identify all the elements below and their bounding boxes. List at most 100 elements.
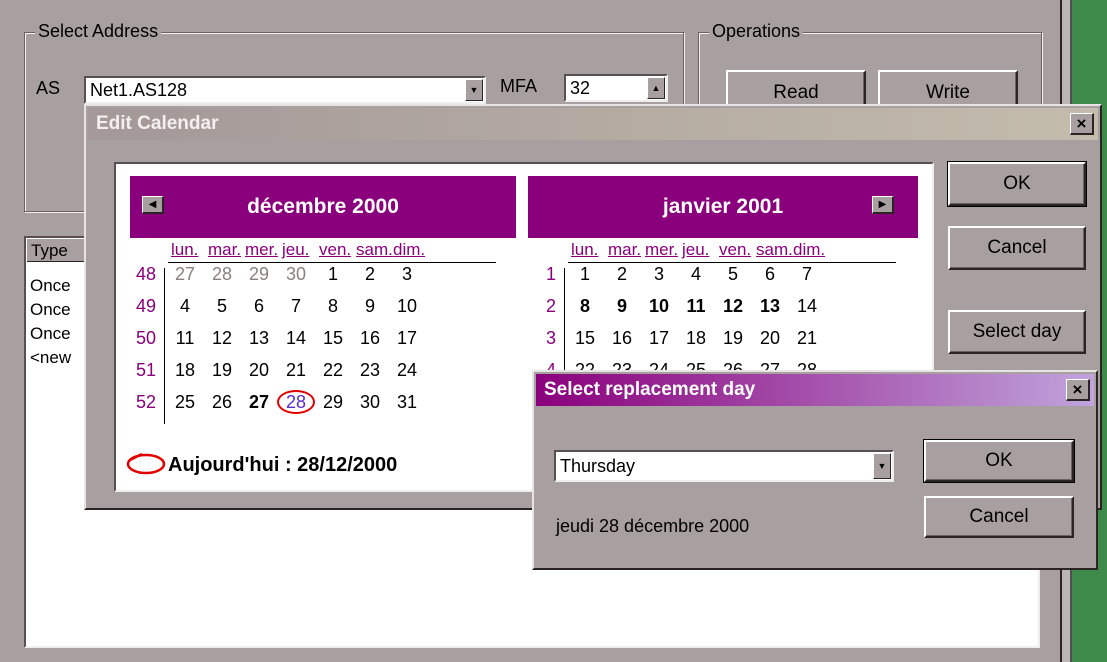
calendar-day[interactable]: 7 (792, 264, 822, 285)
chevron-down-icon[interactable]: ▼ (873, 453, 891, 479)
calendar-day[interactable]: 6 (755, 264, 785, 285)
calendar-day[interactable]: 1 (570, 264, 600, 285)
mfa-spinner[interactable]: 32 ▲ (564, 74, 668, 102)
list-item[interactable]: Once (30, 276, 71, 296)
calendar-day[interactable]: 5 (207, 296, 237, 317)
calendar-day[interactable]: 11 (681, 296, 711, 317)
day-name-label: jeu. (282, 240, 310, 259)
calendar-day[interactable]: 21 (281, 360, 311, 381)
day-name-label: dim. (793, 240, 826, 259)
as-combo[interactable]: Net1.AS128 ▼ (84, 76, 486, 104)
calendar-day[interactable]: 18 (170, 360, 200, 381)
today-ring-icon (277, 390, 315, 414)
calendar-day[interactable]: 9 (607, 296, 637, 317)
day-name-label: lun. (171, 240, 199, 259)
day-name-label: jeu. (682, 240, 710, 259)
calendar-day[interactable]: 10 (644, 296, 674, 317)
calendar-day[interactable]: 2 (607, 264, 637, 285)
calendar-day[interactable]: 28 (207, 264, 237, 285)
calendar-day[interactable]: 24 (392, 360, 422, 381)
calendar-day[interactable]: 27 (244, 392, 274, 413)
calendar-day[interactable]: 4 (170, 296, 200, 317)
calendar-day[interactable]: 31 (392, 392, 422, 413)
list-item[interactable]: Once (30, 300, 71, 320)
calendar-day[interactable]: 17 (644, 328, 674, 349)
calendar-day[interactable]: 25 (170, 392, 200, 413)
calendar-day[interactable]: 27 (170, 264, 200, 285)
next-month-icon[interactable]: ▶ (872, 196, 894, 214)
calendar-day[interactable]: 17 (392, 328, 422, 349)
calendar-day[interactable]: 20 (244, 360, 274, 381)
day-name-label: sam. (356, 240, 393, 259)
replacement-day-select[interactable]: Thursday ▼ (554, 450, 894, 482)
replacement-date-text: jeudi 28 décembre 2000 (556, 516, 750, 536)
day-name-label: dim. (393, 240, 426, 259)
calendar-day[interactable]: 16 (607, 328, 637, 349)
calendar-day[interactable]: 8 (318, 296, 348, 317)
select-replacement-day-dialog: Select replacement day × Thursday ▼ jeud… (532, 370, 1098, 570)
ok-button[interactable]: OK (923, 439, 1075, 483)
calendar-day[interactable]: 3 (644, 264, 674, 285)
list-item[interactable]: <new (30, 348, 71, 368)
week-number: 1 (545, 264, 556, 284)
calendar-day[interactable]: 1 (318, 264, 348, 285)
mfa-label: MFA (500, 76, 538, 96)
calendar-day[interactable]: 26 (207, 392, 237, 413)
prev-month-icon[interactable]: ◀ (142, 196, 164, 214)
week-number: 51 (135, 360, 156, 380)
ok-button[interactable]: OK (947, 161, 1087, 207)
calendar-day[interactable]: 18 (681, 328, 711, 349)
calendar-day[interactable]: 8 (570, 296, 600, 317)
calendar-day[interactable]: 7 (281, 296, 311, 317)
spin-up-icon[interactable]: ▲ (647, 77, 665, 99)
calendar-day[interactable]: 22 (318, 360, 348, 381)
calendar-day[interactable]: 21 (792, 328, 822, 349)
calendar-day[interactable]: 6 (244, 296, 274, 317)
calendar-day[interactable]: 29 (244, 264, 274, 285)
select-replacement-title: Select replacement day (544, 379, 756, 400)
edit-calendar-titlebar[interactable]: Edit Calendar × (88, 108, 1098, 140)
day-name-label: ven. (319, 240, 352, 259)
calendar-day[interactable]: 13 (244, 328, 274, 349)
right-month-header: janvier 2001 (528, 176, 918, 238)
calendar-day[interactable]: 12 (718, 296, 748, 317)
calendar-day[interactable]: 15 (570, 328, 600, 349)
calendar-day[interactable]: 16 (355, 328, 385, 349)
week-separator (164, 268, 165, 424)
calendar-day[interactable]: 10 (392, 296, 422, 317)
today-label[interactable]: Aujourd'hui : 28/12/2000 (168, 454, 397, 477)
close-icon[interactable]: × (1070, 113, 1094, 135)
calendar-day[interactable]: 2 (355, 264, 385, 285)
calendar-day[interactable]: 29 (318, 392, 348, 413)
calendar-day[interactable]: 15 (318, 328, 348, 349)
cancel-button[interactable]: Cancel (948, 226, 1086, 270)
chevron-down-icon[interactable]: ▼ (465, 79, 483, 101)
calendar-day[interactable]: 12 (207, 328, 237, 349)
calendar-day[interactable]: 19 (718, 328, 748, 349)
cancel-button[interactable]: Cancel (924, 496, 1074, 538)
left-month-title: décembre 2000 (247, 195, 399, 218)
calendar-day[interactable]: 20 (755, 328, 785, 349)
close-icon[interactable]: × (1066, 379, 1090, 401)
calendar-day[interactable]: 19 (207, 360, 237, 381)
calendar-day[interactable]: 14 (792, 296, 822, 317)
select-day-button[interactable]: Select day (948, 310, 1086, 354)
mfa-value: 32 (570, 77, 591, 98)
calendar-day[interactable]: 9 (355, 296, 385, 317)
day-name-label: mer. (245, 240, 279, 259)
list-item[interactable]: Once (30, 324, 71, 344)
calendar-day[interactable]: 11 (170, 328, 200, 349)
operations-legend: Operations (709, 21, 804, 42)
calendar-day[interactable]: 13 (755, 296, 785, 317)
calendar-day[interactable]: 3 (392, 264, 422, 285)
day-name-label: ven. (719, 240, 752, 259)
calendar-day[interactable]: 30 (281, 264, 311, 285)
day-name-label: mar. (208, 240, 242, 259)
calendar-day[interactable]: 14 (281, 328, 311, 349)
select-replacement-titlebar[interactable]: Select replacement day × (536, 374, 1094, 406)
calendar-day[interactable]: 30 (355, 392, 385, 413)
calendar-day[interactable]: 4 (681, 264, 711, 285)
calendar-day[interactable]: 23 (355, 360, 385, 381)
as-value: Net1.AS128 (90, 79, 188, 100)
calendar-day[interactable]: 5 (718, 264, 748, 285)
